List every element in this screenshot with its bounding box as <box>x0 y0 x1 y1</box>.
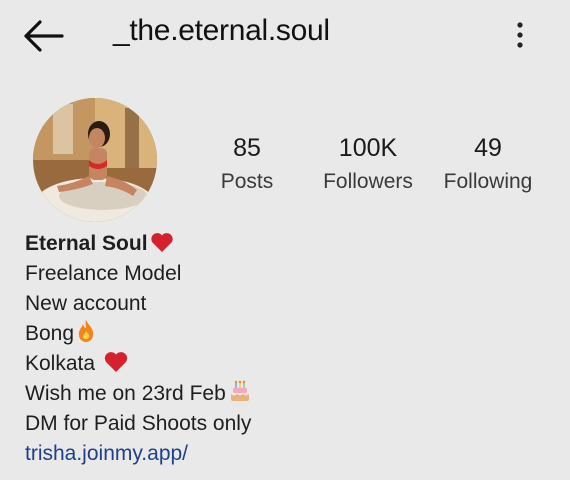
bio-line: DM for Paid Shoots only <box>25 412 252 435</box>
bio-line-birthday: Wish me on 23rd Feb <box>25 379 545 409</box>
followers-label: Followers <box>323 170 413 193</box>
posts-label: Posts <box>220 170 274 193</box>
back-arrow-icon[interactable] <box>22 18 66 54</box>
bio-link-line: trisha.joinmy.app/ <box>25 439 545 469</box>
bio-line-kolkata: Kolkata <box>25 349 545 379</box>
following-count: 49 <box>474 134 502 162</box>
bio-link[interactable]: trisha.joinmy.app/ <box>25 442 188 465</box>
birthday-cake-icon <box>230 380 249 401</box>
top-bar: _the.eternal.soul <box>0 0 570 70</box>
bio-line-bong: Bong <box>25 319 545 349</box>
stat-posts[interactable]: 85 Posts <box>187 134 307 195</box>
heart-icon <box>150 233 173 252</box>
followers-count: 100K <box>338 134 398 162</box>
bio-line: Freelance Model <box>25 262 182 285</box>
heart-icon <box>104 352 128 372</box>
posts-count: 85 <box>233 134 261 162</box>
bio-text: Kolkata <box>25 352 96 375</box>
stat-following[interactable]: 49 Following <box>428 134 548 195</box>
bio-text: Bong <box>25 322 75 345</box>
profile-avatar[interactable] <box>33 98 157 222</box>
following-label: Following <box>443 170 533 193</box>
display-name: Eternal Soul <box>25 232 148 255</box>
more-vertical-icon[interactable] <box>508 18 532 52</box>
bio-line: New account <box>25 292 147 315</box>
profile-username: _the.eternal.soul <box>113 14 330 47</box>
stat-followers[interactable]: 100K Followers <box>308 134 428 195</box>
bio-text: Wish me on 23rd Feb <box>25 382 226 405</box>
bio-name-line: Eternal Soul <box>25 229 545 259</box>
fire-icon <box>78 320 94 342</box>
profile-bio: Eternal Soul Freelance Model New account… <box>25 229 545 469</box>
